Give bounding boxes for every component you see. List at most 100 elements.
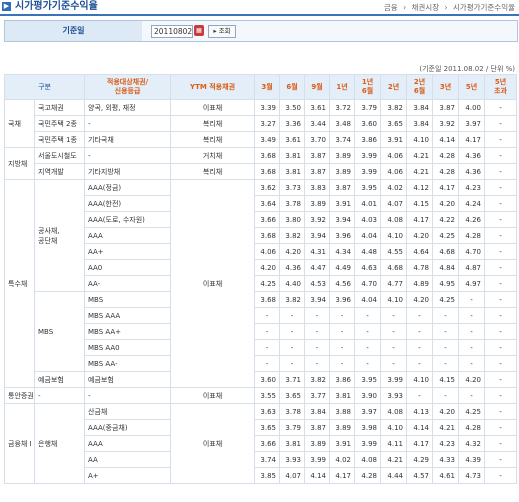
yield-value-cell: 3.48 <box>329 115 356 132</box>
yield-value-cell: - <box>484 451 518 468</box>
yield-value-cell: - <box>304 307 331 324</box>
yield-value-cell: - <box>329 339 356 356</box>
header-target: 적용대상채권/ 신용등급 <box>84 74 172 100</box>
yield-value-cell: - <box>432 387 460 404</box>
yield-value-cell: 3.99 <box>304 451 331 468</box>
yield-value-cell: 3.62 <box>254 179 281 196</box>
yield-value-cell: - <box>380 323 408 340</box>
yield-value-cell: 3.81 <box>279 163 306 180</box>
yield-value-cell: 3.87 <box>304 419 331 436</box>
unit-note: (기준일 2011.08.02 / 단위 %) <box>419 65 515 73</box>
target-bond-cell: AA- <box>84 275 172 292</box>
category-cell: 특수채 <box>4 179 35 388</box>
yield-value-cell: 3.97 <box>354 403 382 420</box>
yield-value-cell: 3.65 <box>279 387 306 404</box>
table-row: 국채 국고채권 양곡, 외평, 재정 이표채 3.39 3.50 3.61 3.72 3.79 3… <box>4 99 518 148</box>
target-bond-cell: A+ <box>84 467 172 484</box>
ytm-cell: 이표채 <box>170 403 256 484</box>
yield-value-cell: 3.61 <box>304 99 331 116</box>
yield-value-cell: 4.97 <box>458 275 486 292</box>
yield-value-cell: 4.61 <box>432 467 460 484</box>
yield-value-cell: - <box>406 323 434 340</box>
yield-value-cell: 4.17 <box>329 467 356 484</box>
yield-value-cell: 4.12 <box>406 179 434 196</box>
yield-value-cell: 4.20 <box>458 371 486 388</box>
subcategory-cell: 예금보험 <box>33 371 86 388</box>
yield-value-cell: 3.79 <box>354 99 382 116</box>
yield-value-cell: 3.79 <box>279 419 306 436</box>
yield-value-cell: 4.56 <box>329 275 356 292</box>
table-row: 금융채 I 은행채 산금채 이표채 3.63 3.78 3.84 3.88 3.97 4.08 4.… <box>4 403 518 484</box>
ytm-cell: 이표채 <box>170 99 256 116</box>
yield-value-cell: 4.55 <box>380 243 408 260</box>
yield-value-cell: 4.23 <box>432 435 460 452</box>
base-date-input[interactable]: 20110802 <box>151 25 193 38</box>
yield-value-cell: - <box>406 355 434 372</box>
yield-value-cell: - <box>484 275 518 292</box>
target-bond-cell: AAA(중금채) <box>84 419 172 436</box>
yield-value-cell: - <box>484 259 518 276</box>
ytm-cell: 복리채 <box>170 163 256 180</box>
yield-value-cell: - <box>406 387 434 404</box>
yield-value-cell: 3.82 <box>279 227 306 244</box>
table-row: 국민주택 2종 - 복리채 3.27 3.36 3.44 3.48 3.60 3.65 3.84 3… <box>5 115 518 132</box>
yield-value-cell: 3.87 <box>304 147 331 164</box>
yield-value-cell: - <box>254 307 281 324</box>
yield-value-cell: 3.27 <box>254 115 281 132</box>
calendar-icon[interactable]: ▦ <box>194 25 204 36</box>
yield-value-cell: - <box>484 227 518 244</box>
yield-value-cell: 3.49 <box>254 131 281 148</box>
yield-value-cell: - <box>484 99 518 116</box>
yield-value-cell: 3.64 <box>254 195 281 212</box>
yield-value-cell: - <box>484 307 518 324</box>
breadcrumb-item-bond-market[interactable]: 채권시장 <box>412 3 440 12</box>
breadcrumb-item-finance[interactable]: 금융 <box>384 3 398 12</box>
yield-value-cell: - <box>254 339 281 356</box>
yield-value-cell: 4.39 <box>458 451 486 468</box>
category-cell: 지방채 <box>4 147 35 180</box>
header-ytm: YTM 적용채권 <box>170 74 256 100</box>
yield-value-cell: 3.61 <box>279 131 306 148</box>
search-button[interactable]: ▸ 조회 <box>208 25 236 38</box>
yield-value-cell: 3.86 <box>329 371 356 388</box>
yield-value-cell: 4.36 <box>458 147 486 164</box>
page-header: ▶ 시가평가기준수익율 금융 › 채권시장 › 시가평가기준수익율 <box>0 0 519 16</box>
yield-value-cell: 4.34 <box>329 243 356 260</box>
header-category: 구분 <box>3 74 86 100</box>
yield-value-cell: - <box>380 339 408 356</box>
yield-value-cell: 4.63 <box>354 259 382 276</box>
yield-value-cell: 3.68 <box>254 163 281 180</box>
yield-value-cell: 4.28 <box>458 227 486 244</box>
yield-value-cell: 4.14 <box>432 131 460 148</box>
yield-value-cell: - <box>329 323 356 340</box>
yield-value-cell: 3.96 <box>329 227 356 244</box>
yield-value-cell: 4.06 <box>380 163 408 180</box>
yield-value-cell: - <box>484 131 518 148</box>
yield-value-cell: 3.94 <box>304 227 331 244</box>
yield-value-cell: 3.87 <box>432 99 460 116</box>
yield-value-cell: 3.72 <box>329 99 356 116</box>
yield-value-cell: - <box>484 211 518 228</box>
target-bond-cell: - <box>84 147 172 164</box>
breadcrumb-separator: › <box>444 3 448 12</box>
category-cell: 금융채 I <box>4 403 35 484</box>
table-header-row: 구분 적용대상채권/ 신용등급 YTM 적용채권 3월 6월 9월 1년 1년 … <box>3 74 518 100</box>
yield-value-cell: 3.68 <box>254 291 281 308</box>
yield-value-cell: 3.81 <box>329 387 356 404</box>
yield-value-cell: - <box>484 371 518 388</box>
yield-value-cell: - <box>354 323 382 340</box>
header-maturity: 3월 <box>254 74 281 100</box>
yield-value-cell: 4.10 <box>406 131 434 148</box>
yield-value-cell: 3.81 <box>279 435 306 452</box>
yield-value-cell: 4.36 <box>279 259 306 276</box>
yield-value-cell: 4.31 <box>304 243 331 260</box>
yield-value-cell: 4.03 <box>354 211 382 228</box>
yield-value-cell: - <box>484 323 518 340</box>
table-row: 국민주택 1종 기타국채 복리채 3.49 3.61 3.70 3.74 3.86 3.91 4.… <box>5 131 518 148</box>
yield-value-cell: - <box>279 355 306 372</box>
yield-value-cell: 4.15 <box>432 371 460 388</box>
ytm-cell: 복리채 <box>170 131 256 148</box>
yield-value-cell: 3.63 <box>254 403 281 420</box>
yield-value-cell: 3.84 <box>304 403 331 420</box>
yield-value-cell: - <box>380 307 408 324</box>
